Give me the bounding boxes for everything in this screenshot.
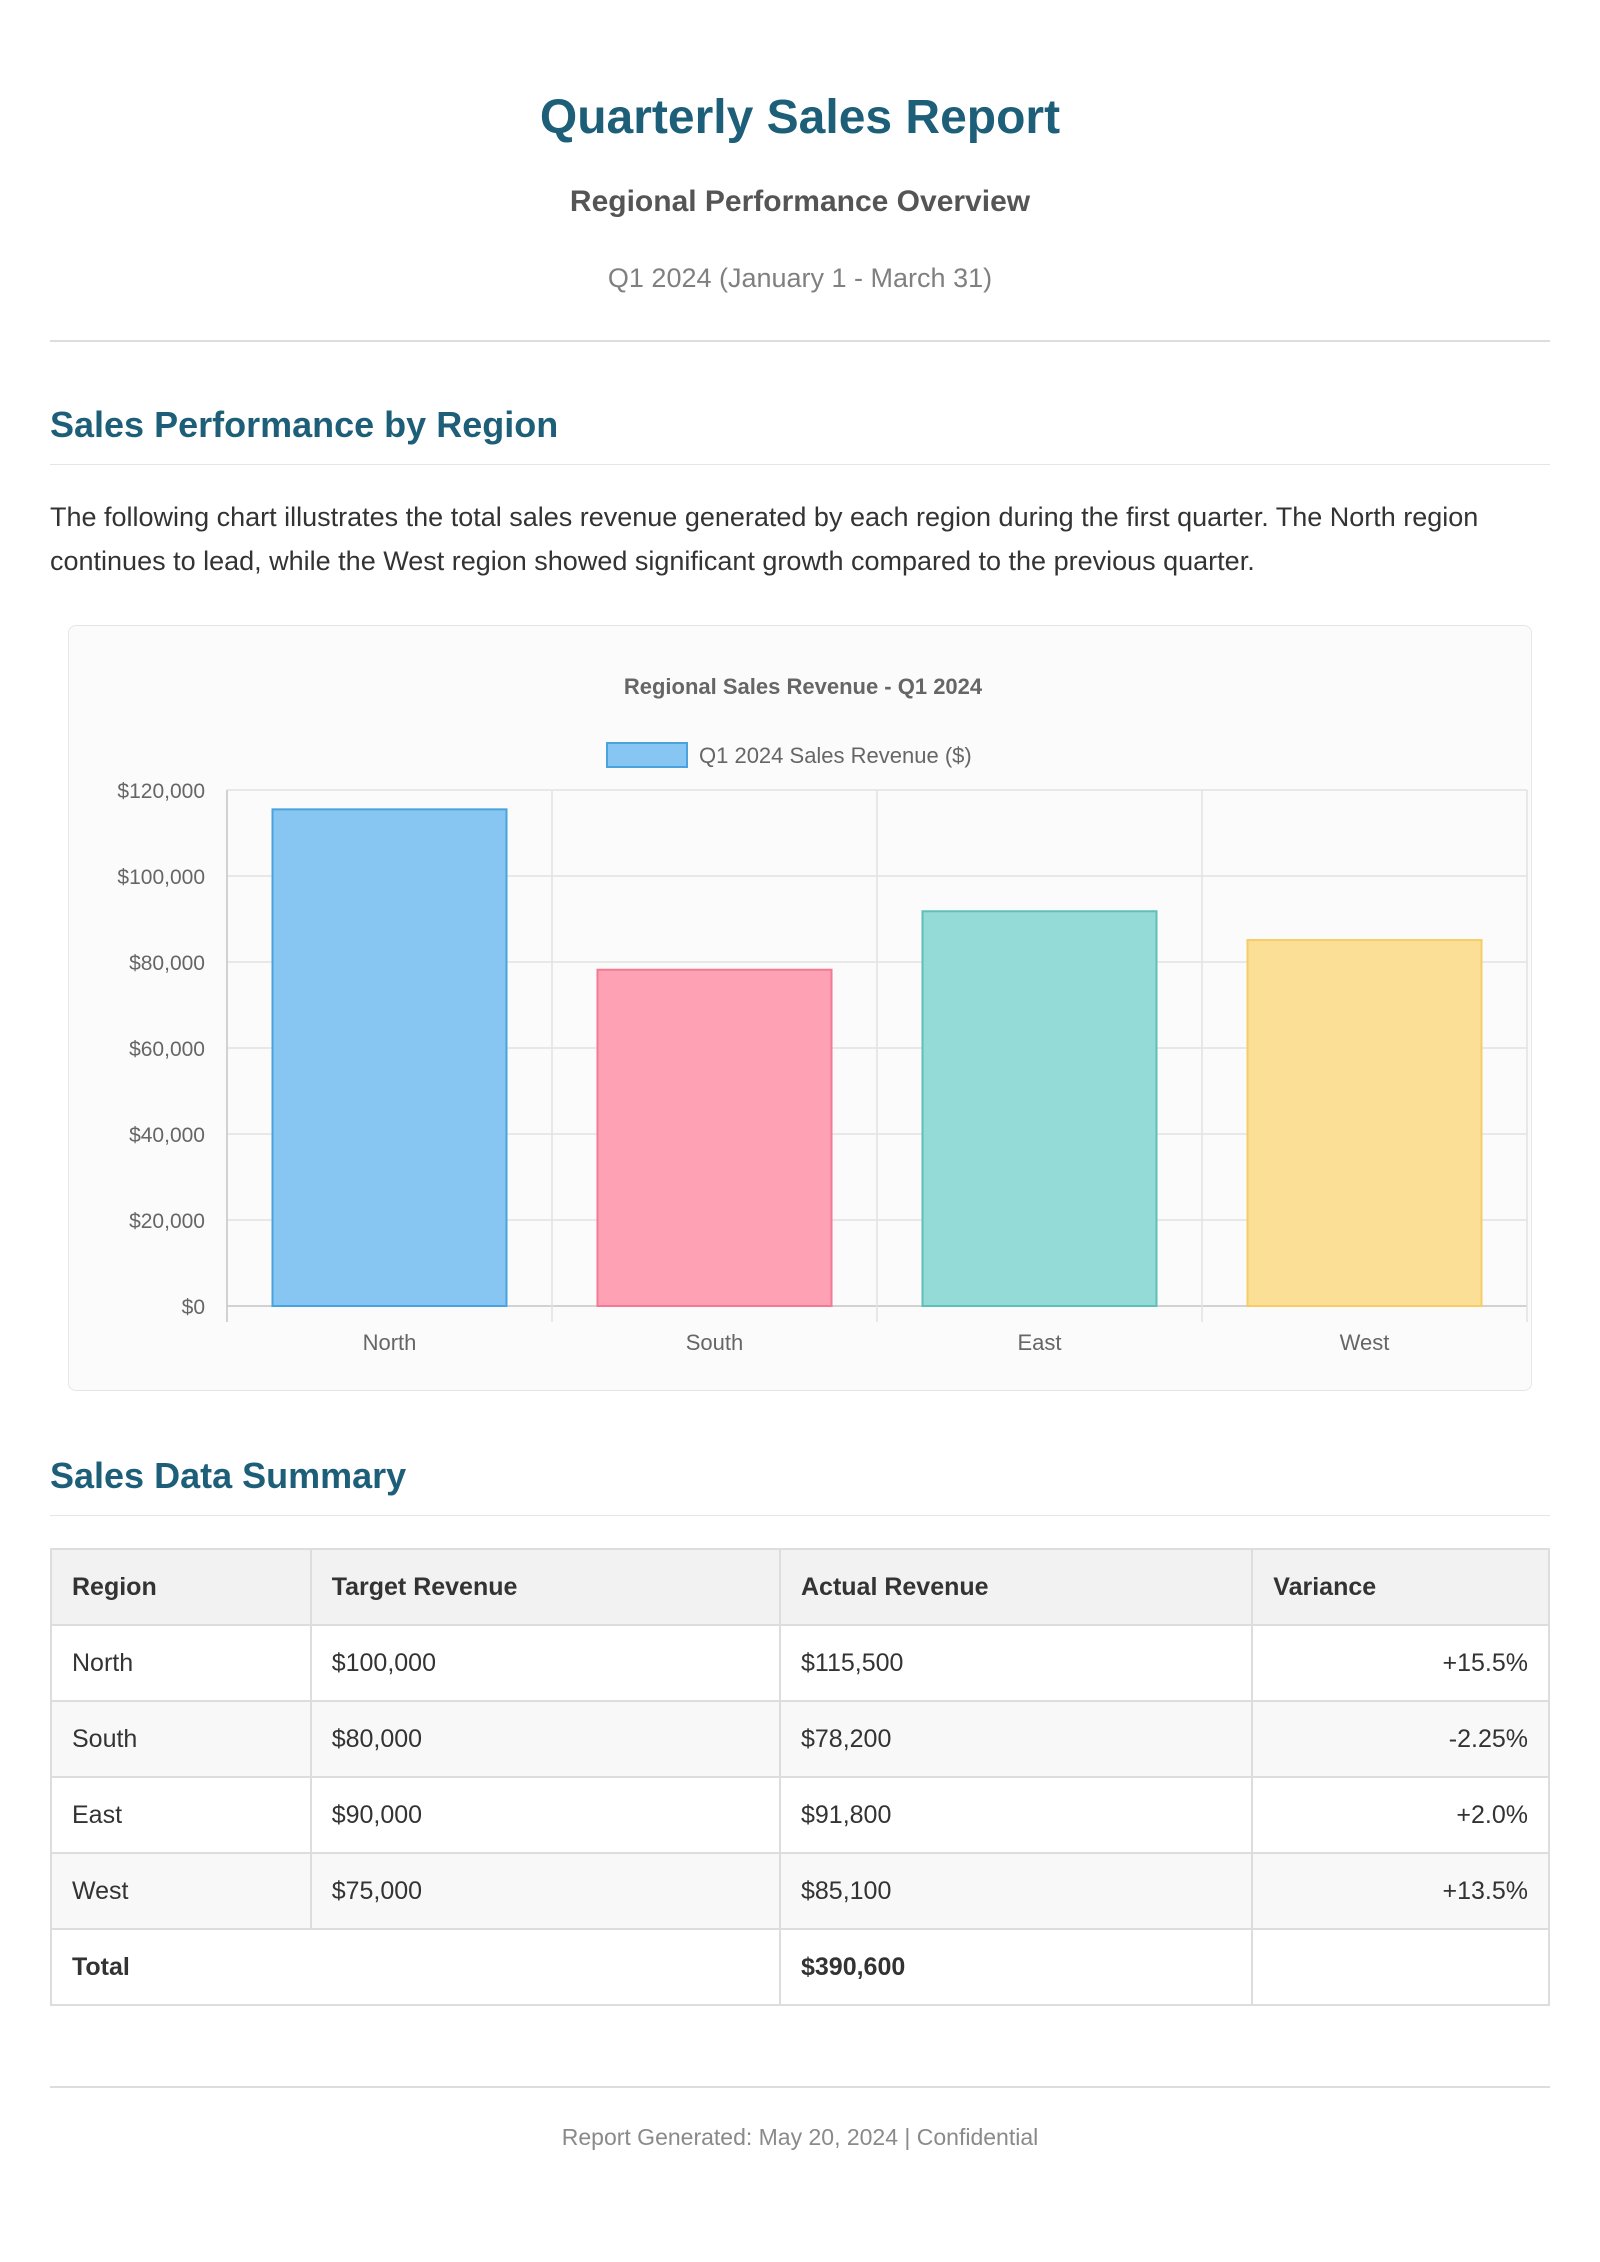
table-total-row: Total $390,600 bbox=[50, 1928, 1550, 2006]
bar-south bbox=[596, 968, 833, 1307]
report-period: Q1 2024 (January 1 - March 31) bbox=[607, 263, 993, 293]
report-page: Quarterly Sales Report Regional Performa… bbox=[0, 0, 1600, 2262]
cell-region: North bbox=[50, 1624, 312, 1702]
chart-legend[interactable]: Q1 2024 Sales Revenue ($) bbox=[606, 742, 972, 768]
y-axis-ticks: $0 $20,000 $40,000 $60,000 $80,000 $100,000 $1… bbox=[117, 780, 205, 1319]
section-heading-performance: Sales Performance by Region bbox=[50, 402, 1550, 465]
cell-variance: +2.0% bbox=[1251, 1776, 1550, 1854]
report-footer: Report Generated: May 20, 2024 | Confide… bbox=[50, 2086, 1550, 2151]
cell-region: East bbox=[50, 1776, 312, 1854]
x-tick-label: East bbox=[1017, 1330, 1061, 1355]
section-heading-summary: Sales Data Summary bbox=[50, 1453, 1550, 1516]
y-tick-label: $80,000 bbox=[129, 952, 205, 975]
cell-target: $80,000 bbox=[309, 1700, 782, 1778]
report-subtitle: Regional Performance Overview bbox=[569, 185, 1031, 218]
cell-target: $100,000 bbox=[309, 1624, 782, 1702]
table-row: South $80,000 $78,200 -2.25% bbox=[50, 1700, 1550, 1778]
y-tick-label: $0 bbox=[182, 1296, 205, 1319]
y-tick-label: $40,000 bbox=[129, 1124, 205, 1147]
cell-actual: $78,200 bbox=[778, 1700, 1254, 1778]
column-header-variance: Variance bbox=[1251, 1548, 1550, 1626]
table-row: West $75,000 $85,100 +13.5% bbox=[50, 1852, 1550, 1930]
chart-container: Regional Sales Revenue - Q1 2024 Q1 2024… bbox=[68, 625, 1532, 1391]
y-tick-label: $100,000 bbox=[117, 866, 205, 889]
legend-label: Q1 2024 Sales Revenue ($) bbox=[699, 743, 972, 768]
x-tick-label: South bbox=[686, 1330, 744, 1355]
x-tick-label: North bbox=[363, 1330, 417, 1355]
y-tick-label: $60,000 bbox=[129, 1038, 205, 1061]
chart-title: Regional Sales Revenue - Q1 2024 bbox=[624, 674, 983, 699]
report-header: Quarterly Sales Report Regional Performa… bbox=[50, 0, 1550, 342]
column-header-region: Region bbox=[50, 1548, 312, 1626]
cell-actual: $91,800 bbox=[778, 1776, 1254, 1854]
table-row: East $90,000 $91,800 +2.0% bbox=[50, 1776, 1550, 1854]
cell-total-actual: $390,600 bbox=[778, 1928, 1254, 2006]
bar-chart: Regional Sales Revenue - Q1 2024 Q1 2024… bbox=[117, 674, 1528, 1355]
y-tick-label: $20,000 bbox=[129, 1210, 205, 1233]
bar-north bbox=[271, 808, 508, 1307]
table-header-row: Region Target Revenue Actual Revenue Var… bbox=[50, 1548, 1550, 1626]
bar-east bbox=[921, 910, 1158, 1307]
y-tick-label: $120,000 bbox=[117, 780, 205, 803]
bar-west bbox=[1246, 939, 1483, 1307]
sales-summary-table: Region Target Revenue Actual Revenue Var… bbox=[50, 1548, 1550, 2006]
cell-variance: +13.5% bbox=[1251, 1852, 1550, 1930]
intro-paragraph: The following chart illustrates the tota… bbox=[50, 502, 1479, 576]
cell-total-variance bbox=[1251, 1928, 1550, 2006]
cell-actual: $115,500 bbox=[778, 1624, 1254, 1702]
x-tick-label: West bbox=[1340, 1330, 1390, 1355]
x-axis-ticks: North South East West bbox=[363, 1330, 1390, 1355]
column-header-actual: Actual Revenue bbox=[778, 1548, 1254, 1626]
cell-region: South bbox=[50, 1700, 312, 1778]
table-row: North $100,000 $115,500 +15.5% bbox=[50, 1624, 1550, 1702]
legend-swatch bbox=[606, 742, 688, 768]
cell-actual: $85,100 bbox=[778, 1852, 1254, 1930]
report-title: Quarterly Sales Report bbox=[539, 91, 1061, 144]
cell-target: $75,000 bbox=[309, 1852, 782, 1930]
cell-region: West bbox=[50, 1852, 312, 1930]
column-header-target: Target Revenue bbox=[309, 1548, 782, 1626]
cell-variance: -2.25% bbox=[1251, 1700, 1550, 1778]
cell-target: $90,000 bbox=[309, 1776, 782, 1854]
cell-variance: +15.5% bbox=[1251, 1624, 1550, 1702]
cell-total-label: Total bbox=[50, 1928, 781, 2006]
